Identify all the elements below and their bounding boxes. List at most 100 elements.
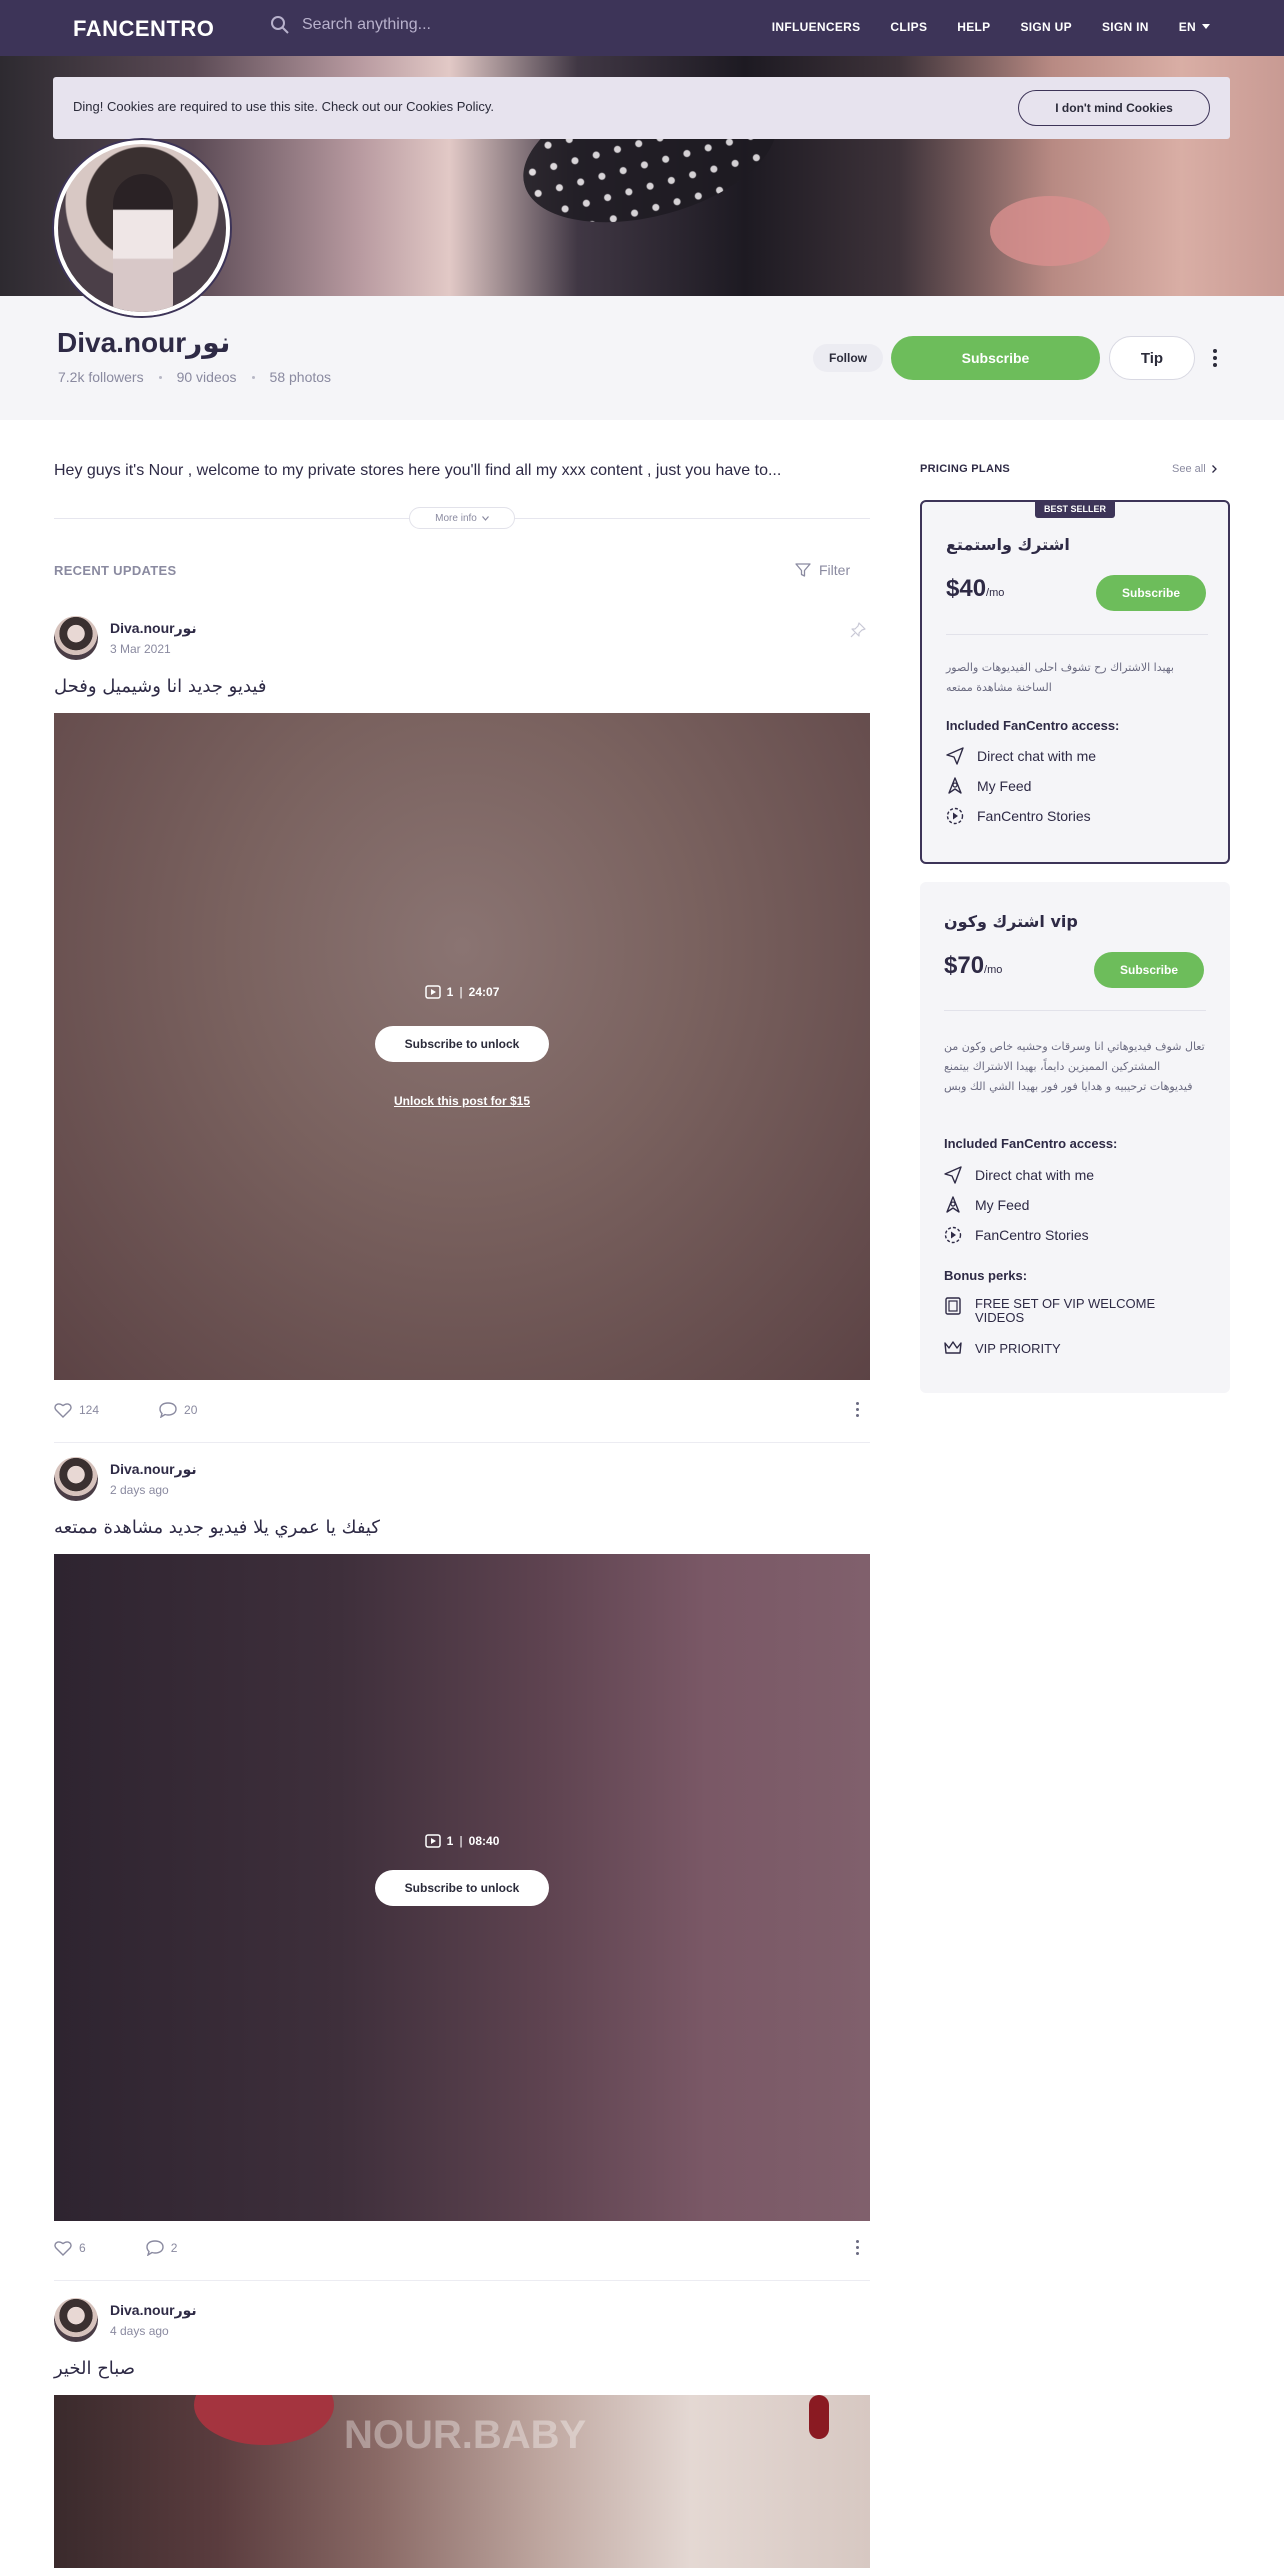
recent-updates-heading: RECENT UPDATES [54, 563, 177, 578]
locked-video-preview[interactable]: 1 | 08:40 Subscribe to unlock [54, 1554, 870, 2221]
top-navbar: FANCENTRO Search anything... INFLUENCERS… [0, 0, 1284, 56]
nav-clips[interactable]: CLIPS [890, 20, 927, 34]
see-all-link[interactable]: See all [1172, 463, 1217, 475]
video-duration: 1 | 24:07 [54, 985, 870, 999]
accept-cookies-button[interactable]: I don't mind Cookies [1018, 90, 1210, 126]
post-menu-icon[interactable] [854, 2240, 860, 2255]
chevron-down-icon [1202, 24, 1210, 29]
more-info-button[interactable]: More info [409, 507, 515, 529]
videos-count[interactable]: 90 videos [177, 369, 237, 385]
subscribe-button[interactable]: Subscribe [891, 336, 1100, 380]
profile-avatar[interactable] [54, 140, 230, 316]
post-author-avatar[interactable] [54, 2298, 98, 2342]
send-icon [946, 747, 964, 765]
feed-icon [946, 1196, 960, 1213]
post-caption: صباح الخير [54, 2358, 136, 2379]
follow-button[interactable]: Follow [813, 344, 883, 372]
comment-button[interactable]: 20 [159, 1402, 227, 1418]
feature-label: FanCentro Stories [977, 808, 1091, 824]
stories-icon [946, 807, 964, 825]
plan-subscribe-button[interactable]: Subscribe [1094, 952, 1204, 988]
plan-price: $40/mo [946, 575, 1004, 603]
more-options-icon[interactable] [1207, 346, 1223, 370]
feature-label: Direct chat with me [977, 748, 1097, 764]
bonus-welcome-videos: FREE SET OF VIP WELCOME VIDEOS [944, 1297, 1184, 1325]
chevron-right-icon [1211, 465, 1217, 473]
video-icon [424, 985, 441, 999]
comment-icon [145, 2240, 164, 2256]
tip-button[interactable]: Tip [1109, 336, 1195, 380]
bonus-label: VIP PRIORITY [975, 1340, 1061, 1356]
nav-help[interactable]: HELP [957, 20, 990, 34]
bonus-label: FREE SET OF VIP WELCOME VIDEOS [975, 1296, 1156, 1325]
comment-count: 20 [184, 1403, 198, 1417]
pin-icon [850, 622, 866, 638]
lips-shape [194, 2395, 334, 2445]
heart-icon [54, 1403, 72, 1418]
post-divider [54, 2280, 870, 2281]
video-count: 1 [446, 985, 454, 999]
feed-post: Diva.nourنور 2 days ago كيفك يا عمري يلا… [54, 1457, 870, 2287]
feature-label: My Feed [975, 1197, 1030, 1213]
language-label: EN [1178, 20, 1196, 34]
duration-separator: | [459, 1834, 463, 1848]
nav-sign-in[interactable]: SIGN IN [1102, 20, 1149, 34]
nail-shape [809, 2395, 829, 2439]
see-all-label: See all [1172, 463, 1206, 475]
film-icon [945, 1297, 961, 1315]
feed-post: Diva.nourنور 3 Mar 2021 فيديو جديد انا و… [54, 616, 870, 1446]
like-button[interactable]: 124 [54, 1402, 129, 1418]
post-author-avatar[interactable] [54, 616, 98, 660]
nav-influencers[interactable]: INFLUENCERS [772, 20, 861, 34]
like-button[interactable]: 6 [54, 2240, 116, 2256]
search-bar[interactable]: Search anything... [270, 15, 431, 35]
like-count: 124 [79, 1403, 100, 1417]
plan-price-period: /mo [986, 587, 1005, 599]
profile-stats: 7.2k followers 90 videos 58 photos [58, 369, 331, 385]
post-author[interactable]: Diva.nourنور [110, 2302, 197, 2319]
bonus-vip-priority: VIP PRIORITY [944, 1340, 1061, 1356]
plan-price-period: /mo [984, 964, 1003, 976]
nav-sign-up[interactable]: SIGN UP [1020, 20, 1071, 34]
crown-icon [944, 1341, 962, 1354]
filter-button[interactable]: Filter [795, 562, 850, 578]
pricing-plans-heading: PRICING PLANS [920, 463, 1011, 475]
post-actions: 124 20 [54, 1402, 257, 1418]
subscribe-to-unlock-button[interactable]: Subscribe to unlock [375, 1026, 549, 1062]
post-date: 4 days ago [110, 2324, 169, 2338]
locked-video-preview[interactable]: 1 | 24:07 Subscribe to unlock Unlock thi… [54, 713, 870, 1380]
post-date: 2 days ago [110, 1483, 169, 1497]
subscribe-to-unlock-button[interactable]: Subscribe to unlock [375, 1870, 549, 1906]
feature-label: FanCentro Stories [975, 1227, 1089, 1243]
separator-dot [158, 375, 162, 379]
post-caption: فيديو جديد انا وشيميل وفحل [54, 676, 267, 697]
fancentro-logo[interactable]: FANCENTRO [73, 16, 214, 42]
profile-bio: Hey guys it's Nour , welcome to my priva… [54, 462, 782, 479]
filter-label: Filter [819, 562, 851, 578]
post-divider [54, 1442, 870, 1443]
comment-button[interactable]: 2 [145, 2240, 208, 2256]
post-author-avatar[interactable] [54, 1457, 98, 1501]
plan-description: تعال شوف فيديوهاتي انا وسرقات وحشيه خاص … [944, 1040, 1205, 1093]
feature-my-feed: My Feed [944, 1196, 1029, 1214]
post-author[interactable]: Diva.nourنور [110, 620, 197, 637]
post-author[interactable]: Diva.nourنور [110, 1461, 197, 1478]
photos-count[interactable]: 58 photos [270, 369, 332, 385]
search-input[interactable]: Search anything... [302, 16, 431, 34]
unlock-post-link[interactable]: Unlock this post for $15 [54, 1094, 870, 1108]
best-seller-badge: BEST SELLER [1035, 500, 1115, 518]
language-selector[interactable]: EN [1179, 20, 1210, 34]
more-info-label: More info [435, 512, 477, 524]
included-access-label: Included FanCentro access: [944, 1136, 1118, 1151]
post-image[interactable]: NOUR.BABY [54, 2395, 870, 2568]
feature-stories: FanCentro Stories [944, 1226, 1089, 1244]
bonus-perks-label: Bonus perks: [944, 1268, 1028, 1283]
pricing-plan-card: BEST SELLER اشترك واستمتع $40/mo Subscri… [920, 500, 1230, 864]
cover-detail [990, 196, 1110, 266]
feature-label: Direct chat with me [975, 1167, 1095, 1183]
feature-direct-chat: Direct chat with me [946, 747, 1096, 765]
plan-subscribe-button[interactable]: Subscribe [1096, 575, 1206, 611]
plan-divider [946, 634, 1208, 635]
post-menu-icon[interactable] [854, 1402, 860, 1417]
feature-direct-chat: Direct chat with me [944, 1166, 1094, 1184]
